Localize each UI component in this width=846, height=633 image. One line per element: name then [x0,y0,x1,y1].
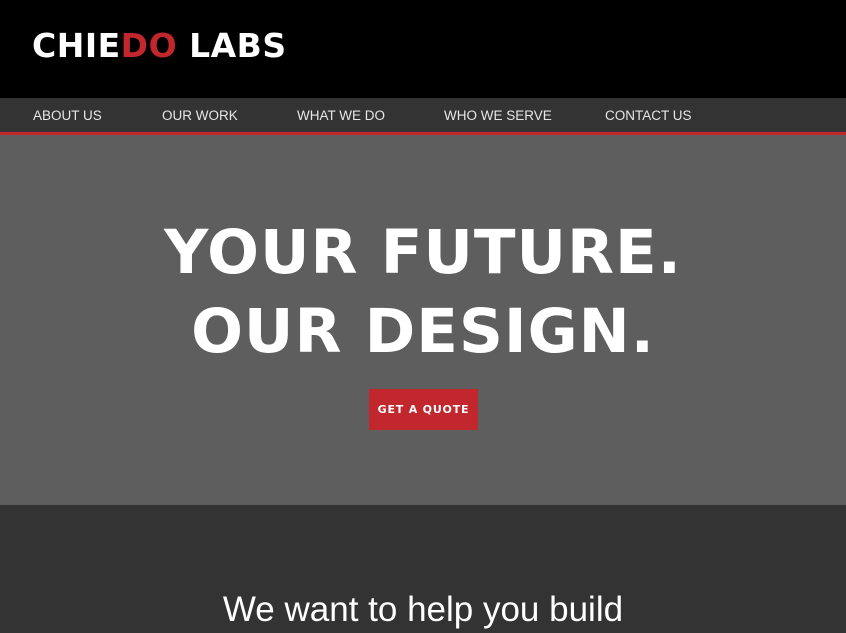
main-nav: ABOUT US OUR WORK WHAT WE DO WHO WE SERV… [0,98,846,135]
nav-item-what-we-do[interactable]: WHAT WE DO [297,98,385,132]
nav-item-who-we-serve[interactable]: WHO WE SERVE [444,98,552,132]
intro-heading: We want to help you build [222,590,624,629]
logo-text-part2: LABS [177,26,287,65]
get-a-quote-button[interactable]: GET A QUOTE [369,389,478,430]
hero-headline-line2: OUR DESIGN. [191,296,655,367]
hero-headline-line1: YOUR FUTURE. [164,217,682,288]
nav-item-contact-us[interactable]: CONTACT US [605,98,692,132]
logo-text-part1: CHIE [32,26,121,65]
nav-item-our-work[interactable]: OUR WORK [162,98,238,132]
nav-item-about-us[interactable]: ABOUT US [33,98,102,132]
intro-section: We want to help you build [0,505,846,633]
hero-section: YOUR FUTURE. OUR DESIGN. GET A QUOTE [0,135,846,505]
chiedo-labs-logo[interactable]: CHIEDO LABS [32,26,287,66]
site-header: CHIEDO LABS [0,0,846,98]
logo-text-accent: DO [120,26,178,65]
